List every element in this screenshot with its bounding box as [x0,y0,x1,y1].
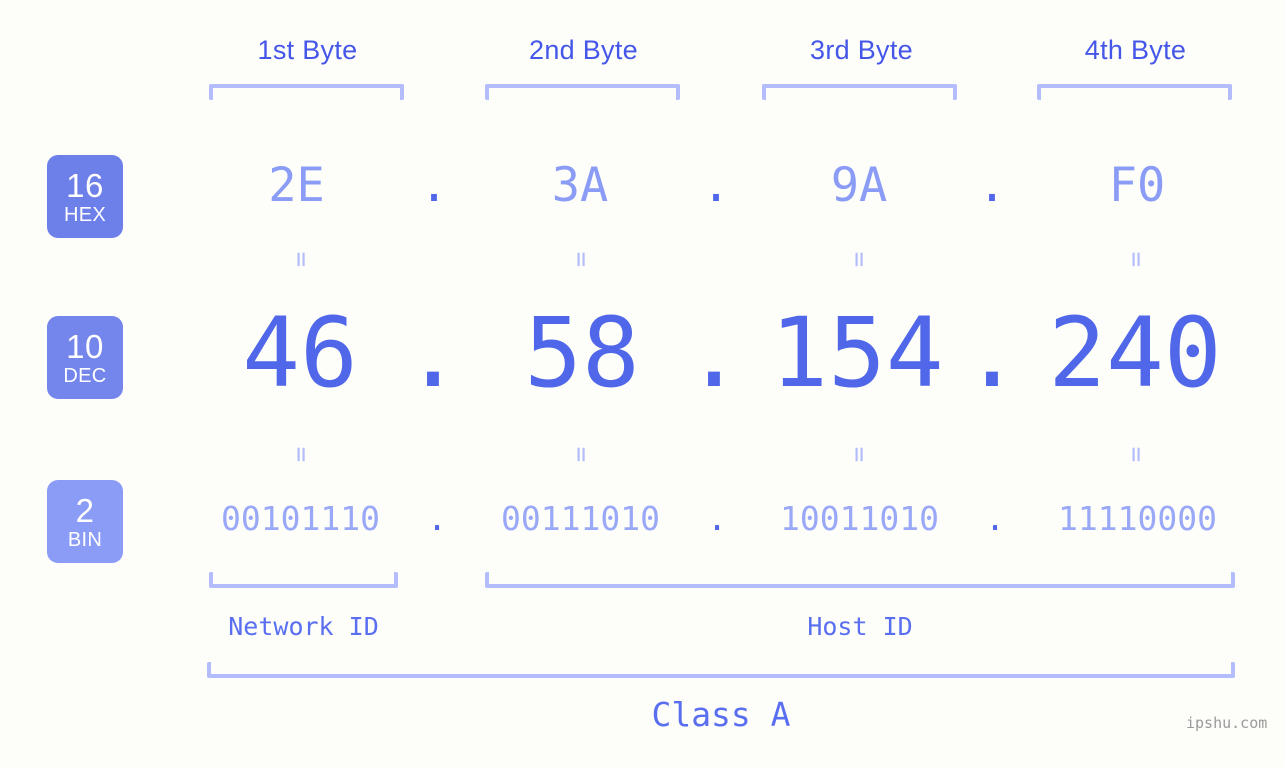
hex-octet-2: 3A [551,158,609,213]
dec-dot-3: . [963,297,1021,409]
dec-octet-4: 240 [1048,297,1222,409]
dec-octet-2: 58 [524,297,640,409]
base-badge-dec-name: DEC [63,364,107,387]
equals-icon-hex-dec-4: = [1121,251,1151,267]
base-badge-hex: 16 HEX [47,155,123,238]
ip-address-breakdown-diagram: 1st Byte 2nd Byte 3rd Byte 4th Byte 16 H… [0,0,1285,767]
hex-dot-3: . [977,158,1007,213]
equals-icon-dec-bin-3: = [844,446,874,462]
base-badge-bin-name: BIN [67,528,103,551]
byte-header-label-2: 2nd Byte [529,35,638,65]
host-id-label: Host ID [807,612,913,641]
byte-bracket-3 [762,84,957,100]
hex-dot-1: . [419,158,449,213]
network-id-label: Network ID [228,612,379,641]
equals-icon-hex-dec-3: = [844,251,874,267]
byte-header-label-1: 1st Byte [257,35,358,65]
byte-header-label-3: 3rd Byte [810,35,913,65]
bin-dot-3: . [985,499,1005,538]
equals-icon-hex-dec-1: = [286,251,316,267]
byte-bracket-2 [485,84,680,100]
hex-octet-1: 2E [268,158,325,213]
class-bracket [207,662,1235,678]
byte-bracket-4 [1037,84,1232,100]
equals-icon-hex-dec-2: = [566,251,596,267]
byte-header-label-4: 4th Byte [1084,35,1187,65]
hex-dot-2: . [701,158,731,213]
watermark: ipshu.com [1186,714,1268,732]
base-badge-dec-number: 10 [66,327,104,365]
dec-dot-1: . [404,297,462,409]
base-badge-bin: 2 BIN [47,480,123,563]
bin-octet-4: 11110000 [1058,499,1217,538]
host-id-bracket [485,572,1235,588]
byte-bracket-1 [209,84,404,100]
dec-octet-3: 154 [770,297,944,409]
bin-octet-2: 00111010 [501,499,660,538]
hex-octet-3: 9A [830,158,888,213]
hex-octet-4: F0 [1108,158,1166,213]
dec-octet-1: 46 [242,297,358,409]
bin-dot-2: . [707,499,727,538]
base-badge-hex-number: 16 [66,166,104,204]
base-badge-bin-number: 2 [75,491,95,529]
bin-octet-3: 10011010 [780,499,939,538]
equals-icon-dec-bin-2: = [566,446,596,462]
base-badge-dec: 10 DEC [47,316,123,399]
equals-icon-dec-bin-4: = [1121,446,1151,462]
bin-octet-1: 00101110 [221,499,380,538]
bin-dot-1: . [427,499,447,538]
dec-dot-2: . [685,297,743,409]
base-badge-hex-name: HEX [63,203,107,226]
class-label: Class A [651,695,791,734]
equals-icon-dec-bin-1: = [286,446,316,462]
network-id-bracket [209,572,398,588]
